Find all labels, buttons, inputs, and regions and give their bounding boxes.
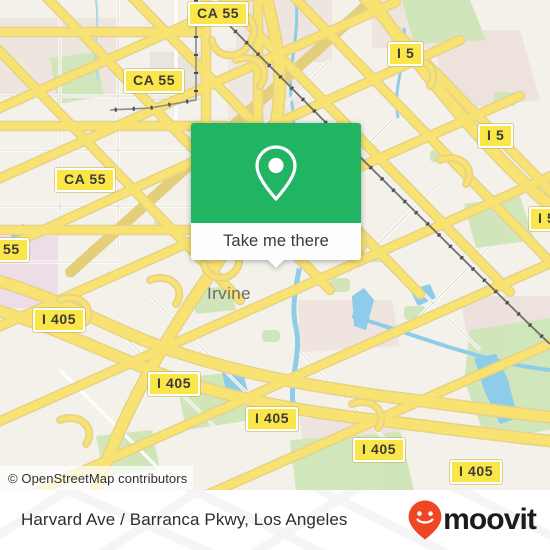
footer-bar: Harvard Ave / Barranca Pkwy, Los Angeles… <box>0 490 550 550</box>
city-label: Irvine <box>207 284 251 303</box>
take-me-there-callout[interactable]: Take me there <box>191 123 361 268</box>
highway-shield: I 405 <box>148 372 201 396</box>
osm-attribution[interactable]: © OpenStreetMap contributors <box>0 466 194 490</box>
map-screenshot: Irvine CA 55 CA 55 CA 55 55 I 405 I 405 I 405 I… <box>0 0 550 550</box>
highway-shield: CA 55 <box>188 2 249 26</box>
highway-shield: I 405 <box>246 407 299 431</box>
highway-shield: 55 <box>0 238 29 262</box>
highway-shield: I 5 <box>478 124 514 148</box>
highway-shield: I 5 <box>529 207 550 231</box>
moovit-brand[interactable]: moovit <box>408 500 537 540</box>
callout-action-bar[interactable]: Take me there <box>191 223 361 268</box>
callout-pointer-tail <box>267 259 285 268</box>
callout-pin-panel <box>191 123 361 223</box>
highway-shield: CA 55 <box>55 168 116 192</box>
highway-shield: I 405 <box>353 438 406 462</box>
moovit-wordmark: moovit <box>443 503 537 536</box>
map-pin-icon <box>255 145 297 201</box>
highway-shield: I 5 <box>388 42 424 66</box>
highway-shield: I 405 <box>450 460 503 484</box>
location-title: Harvard Ave / Barranca Pkwy, Los Angeles <box>21 510 348 529</box>
highway-shield: CA 55 <box>124 69 185 93</box>
moovit-smiley-pin-icon <box>408 500 442 540</box>
attribution-text: © OpenStreetMap contributors <box>8 470 188 486</box>
take-me-there-label: Take me there <box>223 232 329 250</box>
highway-shield: I 405 <box>33 308 86 332</box>
